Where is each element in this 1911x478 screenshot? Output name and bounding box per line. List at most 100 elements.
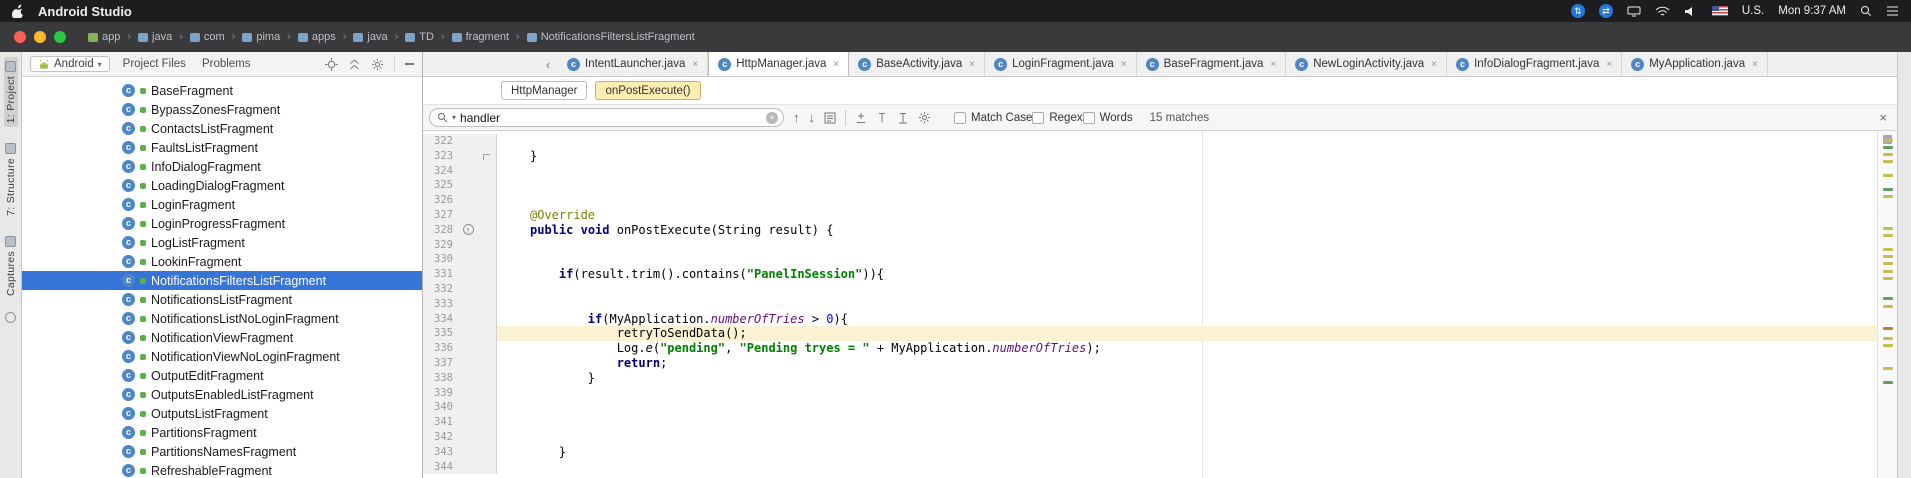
editor-tab[interactable]: c MyApplication.java × — [1622, 52, 1768, 76]
tree-item[interactable]: c InfoDialogFragment — [22, 157, 422, 176]
breadcrumb-item[interactable]: fragment — [451, 31, 509, 43]
breadcrumb-item[interactable]: java — [353, 31, 388, 43]
breadcrumb-chip[interactable]: HttpManager — [501, 81, 588, 100]
code-line[interactable]: 338 } — [423, 370, 1897, 386]
stripe-mark[interactable] — [1883, 139, 1893, 142]
volume-icon[interactable] — [1684, 6, 1698, 17]
breadcrumb-item[interactable]: com — [189, 31, 225, 43]
stripe-mark[interactable] — [1883, 270, 1893, 273]
wifi-icon[interactable] — [1655, 6, 1670, 17]
tree-item[interactable]: c BaseFragment — [22, 81, 422, 100]
stripe-mark[interactable] — [1883, 344, 1893, 347]
code-editor[interactable]: 322 323} 324 325 326 327 @Override 328 ↑ public v… — [423, 134, 1897, 475]
show-results-icon[interactable] — [824, 112, 836, 124]
tree-item[interactable]: c BypassZonesFragment — [22, 100, 422, 119]
zoom-window-button[interactable] — [54, 31, 66, 43]
checkbox[interactable] — [1082, 111, 1095, 124]
close-tab-icon[interactable]: × — [969, 59, 975, 70]
toolwindow-button-structure[interactable]: 7: Structure — [4, 139, 18, 220]
code-line[interactable]: 342 — [423, 429, 1897, 445]
code-line[interactable]: 339 — [423, 385, 1897, 401]
breadcrumb-chip[interactable]: onPostExecute() — [595, 81, 701, 100]
editor-tab[interactable]: c LoginFragment.java × — [985, 52, 1137, 76]
code-line[interactable]: 332 — [423, 281, 1897, 297]
project-view-selector[interactable]: Android ▾ — [30, 56, 110, 72]
breadcrumb-item[interactable]: pima — [242, 31, 280, 43]
editor-tab[interactable]: c InfoDialogFragment.java × — [1447, 52, 1623, 76]
display-icon[interactable] — [1627, 6, 1641, 17]
filter-icon-2[interactable] — [876, 112, 888, 124]
filter-icon-3[interactable] — [897, 112, 909, 124]
close-window-button[interactable] — [14, 31, 26, 43]
tree-item[interactable]: c RefreshableFragment — [22, 461, 422, 478]
code-line[interactable]: 330 — [423, 252, 1897, 268]
stripe-mark[interactable] — [1883, 337, 1893, 340]
close-tab-icon[interactable]: × — [833, 59, 839, 70]
menubar-extra-icon-1[interactable]: ⇅ — [1570, 4, 1585, 18]
search-history-icon[interactable]: ▾ — [452, 113, 456, 122]
stripe-mark[interactable] — [1883, 227, 1893, 230]
notification-center-icon[interactable] — [1886, 6, 1899, 16]
menubar-clock[interactable]: Mon 9:37 AM — [1778, 5, 1846, 17]
tree-item[interactable]: c OutputsEnabledListFragment — [22, 385, 422, 404]
stripe-mark[interactable] — [1883, 255, 1893, 258]
tree-item[interactable]: c LookinFragment — [22, 252, 422, 271]
checkbox[interactable] — [1032, 111, 1045, 124]
chevron-left-icon[interactable]: ‹ — [538, 52, 558, 76]
stripe-mark[interactable] — [1883, 277, 1893, 280]
code-line[interactable]: 328 ↑ public void onPostExecute(String res… — [423, 222, 1897, 238]
tree-item[interactable]: c LoginFragment — [22, 195, 422, 214]
hide-panel-icon[interactable] — [405, 63, 414, 65]
stripe-mark[interactable] — [1883, 367, 1893, 370]
tab-problems[interactable]: Problems — [199, 56, 254, 72]
tree-item[interactable]: c FaultsListFragment — [22, 138, 422, 157]
tree-item[interactable]: c PartitionsNamesFragment — [22, 442, 422, 461]
breadcrumb-item[interactable]: apps — [297, 31, 336, 43]
code-line[interactable]: 325 — [423, 178, 1897, 194]
code-line[interactable]: 340 — [423, 400, 1897, 416]
locate-file-icon[interactable] — [325, 57, 338, 71]
stripe-mark[interactable] — [1883, 262, 1893, 265]
code-line[interactable]: 323} — [423, 148, 1897, 164]
stripe-mark[interactable] — [1883, 327, 1893, 330]
stripe-mark[interactable] — [1883, 160, 1893, 163]
favorites-icon[interactable] — [5, 312, 16, 324]
close-tab-icon[interactable]: × — [1431, 59, 1437, 70]
toolwindow-button-captures[interactable]: Captures — [4, 232, 18, 300]
tree-item[interactable]: c ContactsListFragment — [22, 119, 422, 138]
tree-item[interactable]: c NotificationsListFragment — [22, 290, 422, 309]
minimize-window-button[interactable] — [34, 31, 46, 43]
menubar-extra-icon-2[interactable]: ⇄ — [1598, 4, 1613, 18]
fold-end-icon[interactable] — [483, 153, 490, 160]
checkbox[interactable] — [954, 111, 966, 124]
search-settings-gear-icon[interactable] — [918, 111, 931, 124]
code-line[interactable]: 334 if(MyApplication.numberOfTries > 0){ — [423, 311, 1897, 327]
find-option-match-case[interactable]: Match Case — [954, 111, 1032, 124]
keyboard-layout-label[interactable]: U.S. — [1742, 5, 1764, 17]
editor-tab[interactable]: c NewLoginActivity.java × — [1286, 52, 1448, 76]
tree-item[interactable]: c PartitionsFragment — [22, 423, 422, 442]
code-line[interactable]: 343 } — [423, 444, 1897, 460]
settings-gear-icon[interactable] — [371, 58, 384, 71]
tree-item[interactable]: c NotificationsFiltersListFragment — [22, 271, 422, 290]
stripe-mark[interactable] — [1883, 195, 1893, 198]
tree-item[interactable]: c LoginProgressFragment — [22, 214, 422, 233]
tree-item[interactable]: c NotificationViewNoLoginFragment — [22, 347, 422, 366]
clear-search-icon[interactable]: × — [766, 111, 778, 124]
stripe-mark[interactable] — [1883, 146, 1893, 149]
code-line[interactable]: 335 retryToSendData(); — [423, 326, 1897, 342]
code-line[interactable]: 333 — [423, 296, 1897, 312]
stripe-mark[interactable] — [1883, 174, 1893, 177]
breadcrumb-item[interactable]: TD — [405, 31, 434, 43]
previous-match-icon[interactable]: ↑ — [793, 110, 800, 125]
close-tab-icon[interactable]: × — [1752, 59, 1758, 70]
stripe-mark[interactable] — [1883, 381, 1893, 384]
toolwindow-button-project[interactable]: 1: Project — [3, 57, 18, 128]
code-line[interactable]: 324 — [423, 163, 1897, 179]
find-option-regex[interactable]: Regex — [1032, 111, 1083, 124]
code-line[interactable]: 337 return; — [423, 355, 1897, 371]
breadcrumb-item[interactable]: NotificationsFiltersListFragment — [526, 31, 695, 43]
breadcrumb-item[interactable]: java — [138, 31, 172, 43]
stripe-mark[interactable] — [1883, 188, 1893, 191]
editor-tab[interactable]: c BaseFragment.java × — [1137, 52, 1287, 76]
